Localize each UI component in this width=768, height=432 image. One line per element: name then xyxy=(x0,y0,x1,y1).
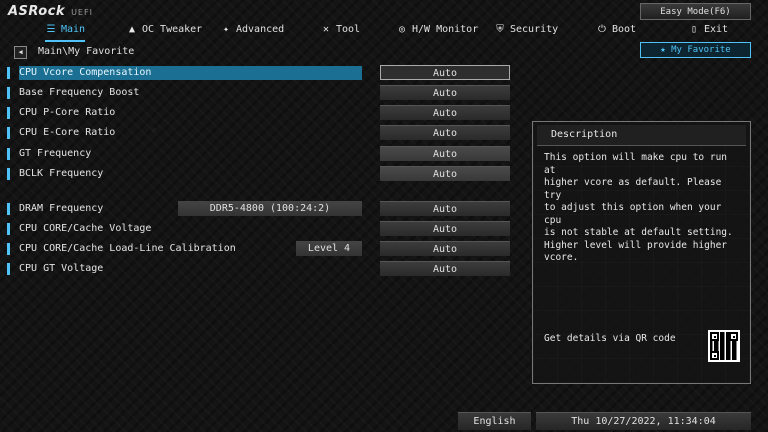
setting-label: CPU E-Core Ratio xyxy=(19,127,116,138)
setting-label: CPU Vcore Compensation xyxy=(19,66,362,80)
qr-finder-pattern xyxy=(729,332,738,341)
logo-uefi: UEFI xyxy=(71,8,93,17)
setting-label: CPU CORE/Cache Load-Line Calibration xyxy=(19,243,236,254)
back-arrow-icon: ◀ xyxy=(18,48,23,56)
setting-label: BCLK Frequency xyxy=(19,168,104,179)
easy-mode-button[interactable]: Easy Mode(F6) xyxy=(640,3,751,20)
tools-icon: ✕ xyxy=(322,24,330,35)
my-favorite-button[interactable]: ★ My Favorite xyxy=(640,42,751,58)
setting-row-cpu-core-cache-voltage[interactable]: CPU CORE/Cache Voltage Auto xyxy=(0,221,520,237)
setting-value-dropdown[interactable]: Auto xyxy=(380,105,510,120)
setting-row-cpu-e-core-ratio[interactable]: CPU E-Core Ratio Auto xyxy=(0,125,520,141)
datetime-display: Thu 10/27/2022, 11:34:04 xyxy=(536,412,751,430)
back-button[interactable]: ◀ xyxy=(14,46,27,59)
setting-row-base-frequency-boost[interactable]: Base Frequency Boost Auto xyxy=(0,85,520,101)
asrock-logo: ASRock UEFI xyxy=(8,4,93,19)
setting-value-input[interactable]: Auto xyxy=(380,166,510,181)
row-marker xyxy=(7,203,10,215)
tab-tool[interactable]: ✕ Tool xyxy=(320,20,360,40)
row-marker xyxy=(7,67,10,79)
setting-value-dropdown[interactable]: Auto xyxy=(380,85,510,100)
row-marker xyxy=(7,223,10,235)
qr-finder-pattern xyxy=(710,351,719,360)
main-nav: ☰ Main ▲ OC Tweaker ✦ Advanced ✕ Tool ◎ H/W M… xyxy=(0,20,768,42)
setting-row-gt-frequency[interactable]: GT Frequency Auto xyxy=(0,146,520,162)
setting-value-dropdown[interactable]: Auto xyxy=(380,65,510,80)
setting-value-input[interactable]: Auto xyxy=(380,146,510,161)
setting-value-dropdown[interactable]: Auto xyxy=(380,241,510,256)
star-icon: ✦ xyxy=(222,24,230,35)
exit-door-icon: ▯ xyxy=(690,24,698,35)
setting-value-dropdown[interactable]: Auto xyxy=(380,125,510,140)
setting-value-dropdown[interactable]: Auto xyxy=(380,201,510,216)
setting-label: CPU CORE/Cache Voltage xyxy=(19,223,152,234)
breadcrumb: Main\My Favorite xyxy=(38,46,135,57)
setting-value-dropdown[interactable]: Auto xyxy=(380,261,510,276)
setting-label: CPU P-Core Ratio xyxy=(19,107,116,118)
description-text: This option will make cpu to run at high… xyxy=(544,152,733,263)
setting-row-bclk-frequency[interactable]: BCLK Frequency Auto xyxy=(0,166,520,182)
setting-label: Base Frequency Boost xyxy=(19,87,140,98)
row-marker xyxy=(7,148,10,160)
monitor-icon: ◎ xyxy=(398,24,406,35)
llc-level-info: Level 4 xyxy=(296,241,362,256)
logo-text: ASRock xyxy=(8,4,66,19)
star-icon: ★ xyxy=(660,45,672,55)
tab-boot[interactable]: ⏻ Boot xyxy=(596,20,636,40)
description-title: Description xyxy=(537,125,746,146)
row-marker xyxy=(7,107,10,119)
power-icon: ⏻ xyxy=(598,24,606,35)
rocket-icon: ▲ xyxy=(128,24,136,35)
qr-code-icon xyxy=(708,330,740,362)
tab-hw-monitor[interactable]: ◎ H/W Monitor xyxy=(396,20,478,40)
setting-label: DRAM Frequency xyxy=(19,203,104,214)
setting-row-cpu-gt-voltage[interactable]: CPU GT Voltage Auto xyxy=(0,261,520,277)
tab-security[interactable]: ⛨ Security xyxy=(494,20,558,40)
row-marker xyxy=(7,243,10,255)
language-button[interactable]: English xyxy=(458,412,531,430)
setting-label: CPU GT Voltage xyxy=(19,263,104,274)
row-marker xyxy=(7,263,10,275)
tab-advanced[interactable]: ✦ Advanced xyxy=(220,20,284,40)
row-marker xyxy=(7,168,10,180)
shield-icon: ⛨ xyxy=(496,24,504,35)
row-marker xyxy=(7,127,10,139)
setting-row-dram-frequency[interactable]: DRAM Frequency DDR5-4800 (100:24:2) Auto xyxy=(0,201,520,217)
setting-row-cpu-core-cache-llc[interactable]: CPU CORE/Cache Load-Line Calibration Lev… xyxy=(0,241,520,257)
setting-label: GT Frequency xyxy=(19,148,92,159)
qr-finder-pattern xyxy=(710,332,719,341)
tab-oc-tweaker[interactable]: ▲ OC Tweaker xyxy=(126,20,202,40)
setting-row-cpu-vcore-compensation[interactable]: CPU Vcore Compensation Auto xyxy=(0,65,520,81)
qr-code-caption: Get details via QR code xyxy=(544,333,676,344)
list-icon: ☰ xyxy=(46,24,56,35)
setting-value-dropdown[interactable]: Auto xyxy=(380,221,510,236)
tab-main[interactable]: ☰ Main xyxy=(45,20,86,42)
dram-frequency-info: DDR5-4800 (100:24:2) xyxy=(178,201,362,216)
row-marker xyxy=(7,87,10,99)
setting-row-cpu-p-core-ratio[interactable]: CPU P-Core Ratio Auto xyxy=(0,105,520,121)
tab-exit[interactable]: ▯ Exit xyxy=(688,20,728,40)
